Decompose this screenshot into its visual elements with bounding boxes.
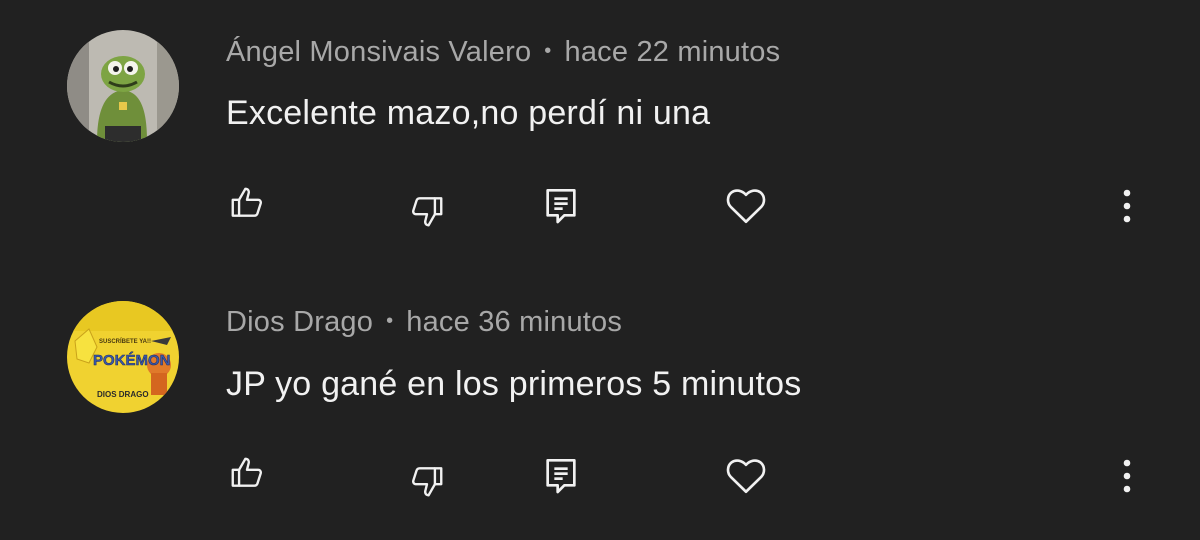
like-button[interactable] (226, 450, 268, 496)
reply-icon (546, 459, 576, 494)
dislike-button[interactable] (406, 188, 448, 234)
more-options-button[interactable] (1110, 454, 1144, 498)
comment-time: hace 22 minutos (564, 36, 781, 68)
comment-item: Ángel Monsivais Valero • hace 22 minutos E… (0, 0, 1200, 270)
more-icon (1123, 189, 1131, 223)
comment-text: JP yo gané en los primeros 5 minutos (226, 365, 802, 403)
comment-time: hace 36 minutos (406, 306, 623, 338)
thumbs-down-icon (412, 197, 443, 227)
author-name[interactable]: Dios Drago (226, 306, 373, 338)
more-icon (1123, 459, 1131, 493)
meta-separator: • (386, 310, 394, 332)
heart-button[interactable] (724, 454, 768, 498)
avatar-text-channel: DIOS DRAGO (97, 390, 149, 399)
meta-separator: • (544, 40, 552, 62)
reply-icon (546, 189, 576, 224)
comment-item: SUSCRÍBETE YA!! POKÉMON DIOS DRAGO Dios … (0, 270, 1200, 540)
heart-icon (726, 459, 766, 494)
comment-text: Excelente mazo,no perdí ni una (226, 94, 711, 132)
dislike-button[interactable] (406, 458, 448, 504)
avatar[interactable] (67, 30, 179, 142)
comment-meta: Dios Drago • hace 36 minutos (226, 306, 622, 339)
more-options-button[interactable] (1110, 184, 1144, 228)
avatar[interactable]: SUSCRÍBETE YA!! POKÉMON DIOS DRAGO (67, 301, 179, 413)
reply-button[interactable] (543, 186, 579, 228)
avatar-text-subscribe: SUSCRÍBETE YA!! (99, 337, 151, 345)
avatar-text-pokemon: POKÉMON (93, 352, 171, 369)
thumbs-up-icon (231, 187, 262, 217)
reply-button[interactable] (543, 456, 579, 498)
like-button[interactable] (226, 180, 268, 226)
comment-meta: Ángel Monsivais Valero • hace 22 minutos (226, 36, 780, 69)
heart-button[interactable] (724, 184, 768, 228)
author-name[interactable]: Ángel Monsivais Valero (226, 36, 531, 68)
thumbs-up-icon (231, 457, 262, 487)
thumbs-down-icon (412, 467, 443, 497)
heart-icon (726, 189, 766, 224)
